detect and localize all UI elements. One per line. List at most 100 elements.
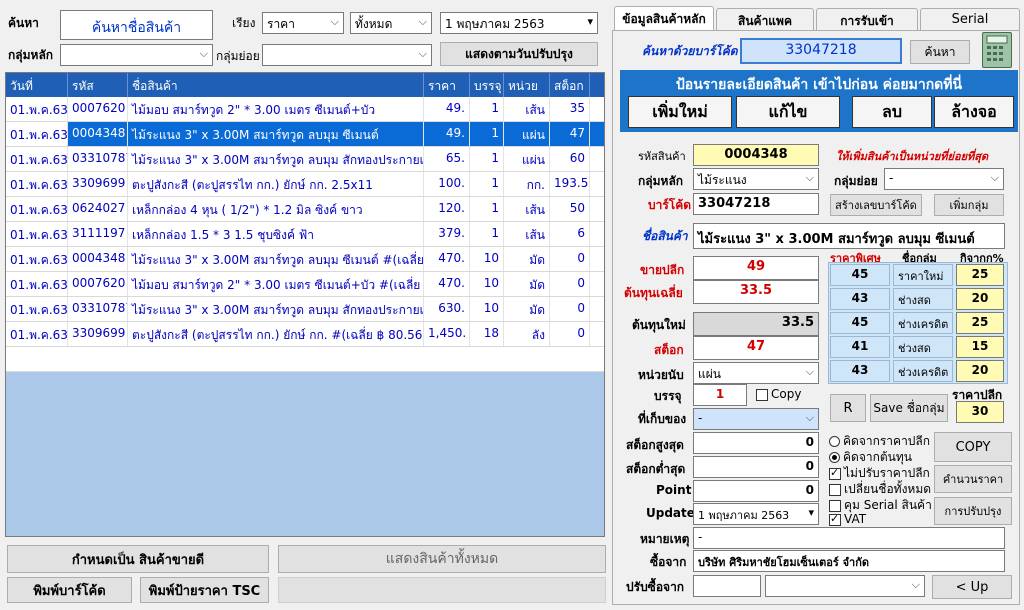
set-bestseller-button[interactable]: กำหนดเป็น สินค้าขายดี — [7, 545, 269, 573]
adjust-supplier-field[interactable] — [693, 575, 761, 597]
stock-field[interactable]: 47 — [693, 336, 819, 360]
print-tsc-label-button[interactable]: พิมพ์ป้ายราคา TSC — [140, 577, 269, 603]
subgroup-select[interactable]: ⌵ — [262, 44, 432, 66]
percent-field[interactable]: 20 — [956, 288, 1004, 310]
barcode-search-input[interactable]: 33047218 — [740, 38, 902, 64]
vat-checkbox[interactable]: VAT — [829, 512, 866, 526]
table-row[interactable]: 01.พ.ค.63 3309699 ตะปูสังกะสี (ตะปูสรรไท ก… — [6, 322, 604, 347]
cell-pack: 1 — [470, 197, 504, 221]
retail-price-field[interactable]: 49 — [693, 256, 819, 280]
table-row[interactable]: 01.พ.ค.63 0004348 ไม้ระแนง 3" x 3.00M สมาร… — [6, 122, 604, 147]
add-group-button[interactable]: เพิ่มกลุ่ม — [934, 194, 1004, 216]
table-row[interactable]: 01.พ.ค.63 0004348 ไม้ระแนง 3" x 3.00M สมาร… — [6, 247, 604, 272]
group-name-field[interactable]: ช่างสด — [893, 288, 953, 310]
min-stock-field[interactable]: 0 — [693, 456, 819, 478]
form-subgroup-select[interactable]: - ⌵ — [884, 168, 1004, 190]
percent-field[interactable]: 15 — [956, 336, 1004, 358]
product-code-field[interactable]: 0004348 — [693, 144, 819, 166]
print-barcode-button[interactable]: พิมพ์บาร์โค้ด — [7, 577, 132, 603]
col-code[interactable]: รหัส — [68, 73, 128, 97]
retail-price-small-field[interactable]: 30 — [956, 401, 1004, 423]
cell-date: 01.พ.ค.63 — [6, 322, 68, 346]
col-name[interactable]: ชื่อสินค้า — [128, 73, 424, 97]
supplier-field[interactable]: บริษัท ศิริมหาชัยโฮมเซ็นเตอร์ จำกัด — [693, 550, 1005, 572]
avg-cost-field[interactable]: 33.5 — [693, 280, 819, 304]
percent-field[interactable]: 25 — [956, 264, 1004, 286]
cell-price: 630. — [424, 297, 470, 321]
up-button[interactable]: < Up — [932, 575, 1012, 599]
cell-code: 03310787 — [68, 297, 128, 321]
col-stock[interactable]: สต็อก — [550, 73, 590, 97]
special-price-field[interactable]: 45 — [830, 312, 890, 334]
special-price-field[interactable]: 41 — [830, 336, 890, 358]
barcode-field[interactable]: 33047218 — [693, 193, 819, 215]
table-row[interactable]: 01.พ.ค.63 3309699 ตะปูสังกะสี (ตะปูสรรไท ก… — [6, 172, 604, 197]
adjustment-button[interactable]: การปรับปรุง — [934, 497, 1012, 525]
tab-pack-products[interactable]: สินค้าแพค — [716, 8, 814, 30]
product-grid[interactable]: วันที่ รหัส ชื่อสินค้า ราคา บรรจุ หน่วย … — [5, 72, 605, 537]
clear-screen-button[interactable]: ล้างจอ — [934, 96, 1014, 128]
storage-select[interactable]: - ⌵ — [693, 408, 819, 430]
note-field[interactable]: - — [693, 527, 1005, 549]
tab-main-info[interactable]: ข้อมูลสินค้าหลัก — [614, 6, 714, 30]
new-cost-field[interactable]: 33.5 — [693, 312, 819, 336]
save-group-name-button[interactable]: Save ชื่อกลุ่ม — [870, 394, 948, 422]
table-row[interactable]: 01.พ.ค.63 03310787 ไม้ระแนง 3" x 3.00M สมา… — [6, 147, 604, 172]
group-name-field[interactable]: ราคาใหม่ — [893, 264, 953, 286]
product-name-field[interactable]: ไม้ระแนง 3" x 3.00M สมาร์ทวูด ลบมุม ซีเม… — [693, 223, 1005, 249]
generate-barcode-button[interactable]: สร้างเลขบาร์โค้ด — [830, 194, 922, 216]
max-stock-field[interactable]: 0 — [693, 432, 819, 454]
col-price[interactable]: ราคา — [424, 73, 470, 97]
percent-field[interactable]: 20 — [956, 360, 1004, 382]
cell-unit: แผ่น — [504, 147, 550, 171]
show-by-update-button[interactable]: แสดงตามวันปรับปรุง — [440, 42, 598, 66]
cell-stock: 6 — [550, 222, 590, 246]
col-unit[interactable]: หน่วย — [504, 73, 550, 97]
calculator-icon[interactable] — [982, 32, 1012, 68]
table-row[interactable]: 01.พ.ค.63 0007620 ไม้มอบ สมาร์ทวูด 2" * 3.… — [6, 97, 604, 122]
copy-checkbox[interactable]: Copy — [756, 387, 801, 401]
unit-select[interactable]: แผ่น ⌵ — [693, 362, 819, 384]
special-price-field[interactable]: 43 — [830, 360, 890, 382]
r-button[interactable]: R — [830, 394, 866, 422]
group-name-field[interactable]: ช่างเครดิต — [893, 312, 953, 334]
table-row-empty[interactable] — [6, 347, 604, 372]
table-row[interactable]: 01.พ.ค.63 0007620 ไม้มอบ สมาร์ทวูด 2" * 3.… — [6, 272, 604, 297]
group-select[interactable]: ⌵ — [60, 44, 213, 66]
filter-select[interactable]: ทั้งหมด ⌵ — [350, 12, 432, 34]
barcode-search-button[interactable]: ค้นหา — [910, 40, 970, 64]
cell-pack: 10 — [470, 297, 504, 321]
update-date-picker[interactable]: 1 พฤษภาคม 2563 ▾ — [693, 503, 819, 525]
sort-select[interactable]: ราคา ⌵ — [262, 12, 344, 34]
tab-serial[interactable]: Serial — [920, 8, 1020, 30]
group-name-field[interactable]: ช่วงเครดิต — [893, 360, 953, 382]
point-field[interactable]: 0 — [693, 480, 819, 502]
col-pack[interactable]: บรรจุ — [470, 73, 504, 97]
col-date[interactable]: วันที่ — [6, 73, 68, 97]
cell-pack: 1 — [470, 122, 504, 146]
group-name-field[interactable]: ช่วงสด — [893, 336, 953, 358]
table-row[interactable]: 01.พ.ค.63 03310787 ไม้ระแนง 3" x 3.00M สมา… — [6, 297, 604, 322]
copy-button[interactable]: COPY — [934, 432, 1012, 462]
adjust-supplier-select[interactable]: ⌵ — [765, 575, 925, 597]
special-price-field[interactable]: 43 — [830, 288, 890, 310]
pack-field[interactable]: 1 — [693, 384, 747, 406]
note-label: หมายเหตุ — [640, 532, 690, 546]
product-search-input[interactable]: ค้นหาชื่อสินค้า — [60, 10, 213, 40]
group-label: กลุ่มหลัก — [8, 48, 54, 62]
cell-price: 120. — [424, 197, 470, 221]
show-all-products-button[interactable]: แสดงสินค้าทั้งหมด — [278, 545, 606, 573]
percent-field[interactable]: 25 — [956, 312, 1004, 334]
calculate-price-button[interactable]: คำนวนราคา — [934, 465, 1012, 493]
delete-button[interactable]: ลบ — [852, 96, 932, 128]
cell-date: 01.พ.ค.63 — [6, 222, 68, 246]
table-row[interactable]: 01.พ.ค.63 0624027 เหล็กกล่อง 4 หุน ( 1/2")… — [6, 197, 604, 222]
add-new-button[interactable]: เพิ่มใหม่ — [628, 96, 732, 128]
date-picker[interactable]: 1 พฤษภาคม 2563 ▾ — [440, 12, 598, 34]
table-row[interactable]: 01.พ.ค.63 3111197 เหล็กกล่อง 1.5 * 3 1.5 ช… — [6, 222, 604, 247]
cell-code: 0624027 — [68, 197, 128, 221]
tab-receiving[interactable]: การรับเข้า — [816, 8, 918, 30]
special-price-field[interactable]: 45 — [830, 264, 890, 286]
form-group-select[interactable]: ไม้ระแนง ⌵ — [693, 168, 819, 190]
edit-button[interactable]: แก้ไข — [736, 96, 840, 128]
